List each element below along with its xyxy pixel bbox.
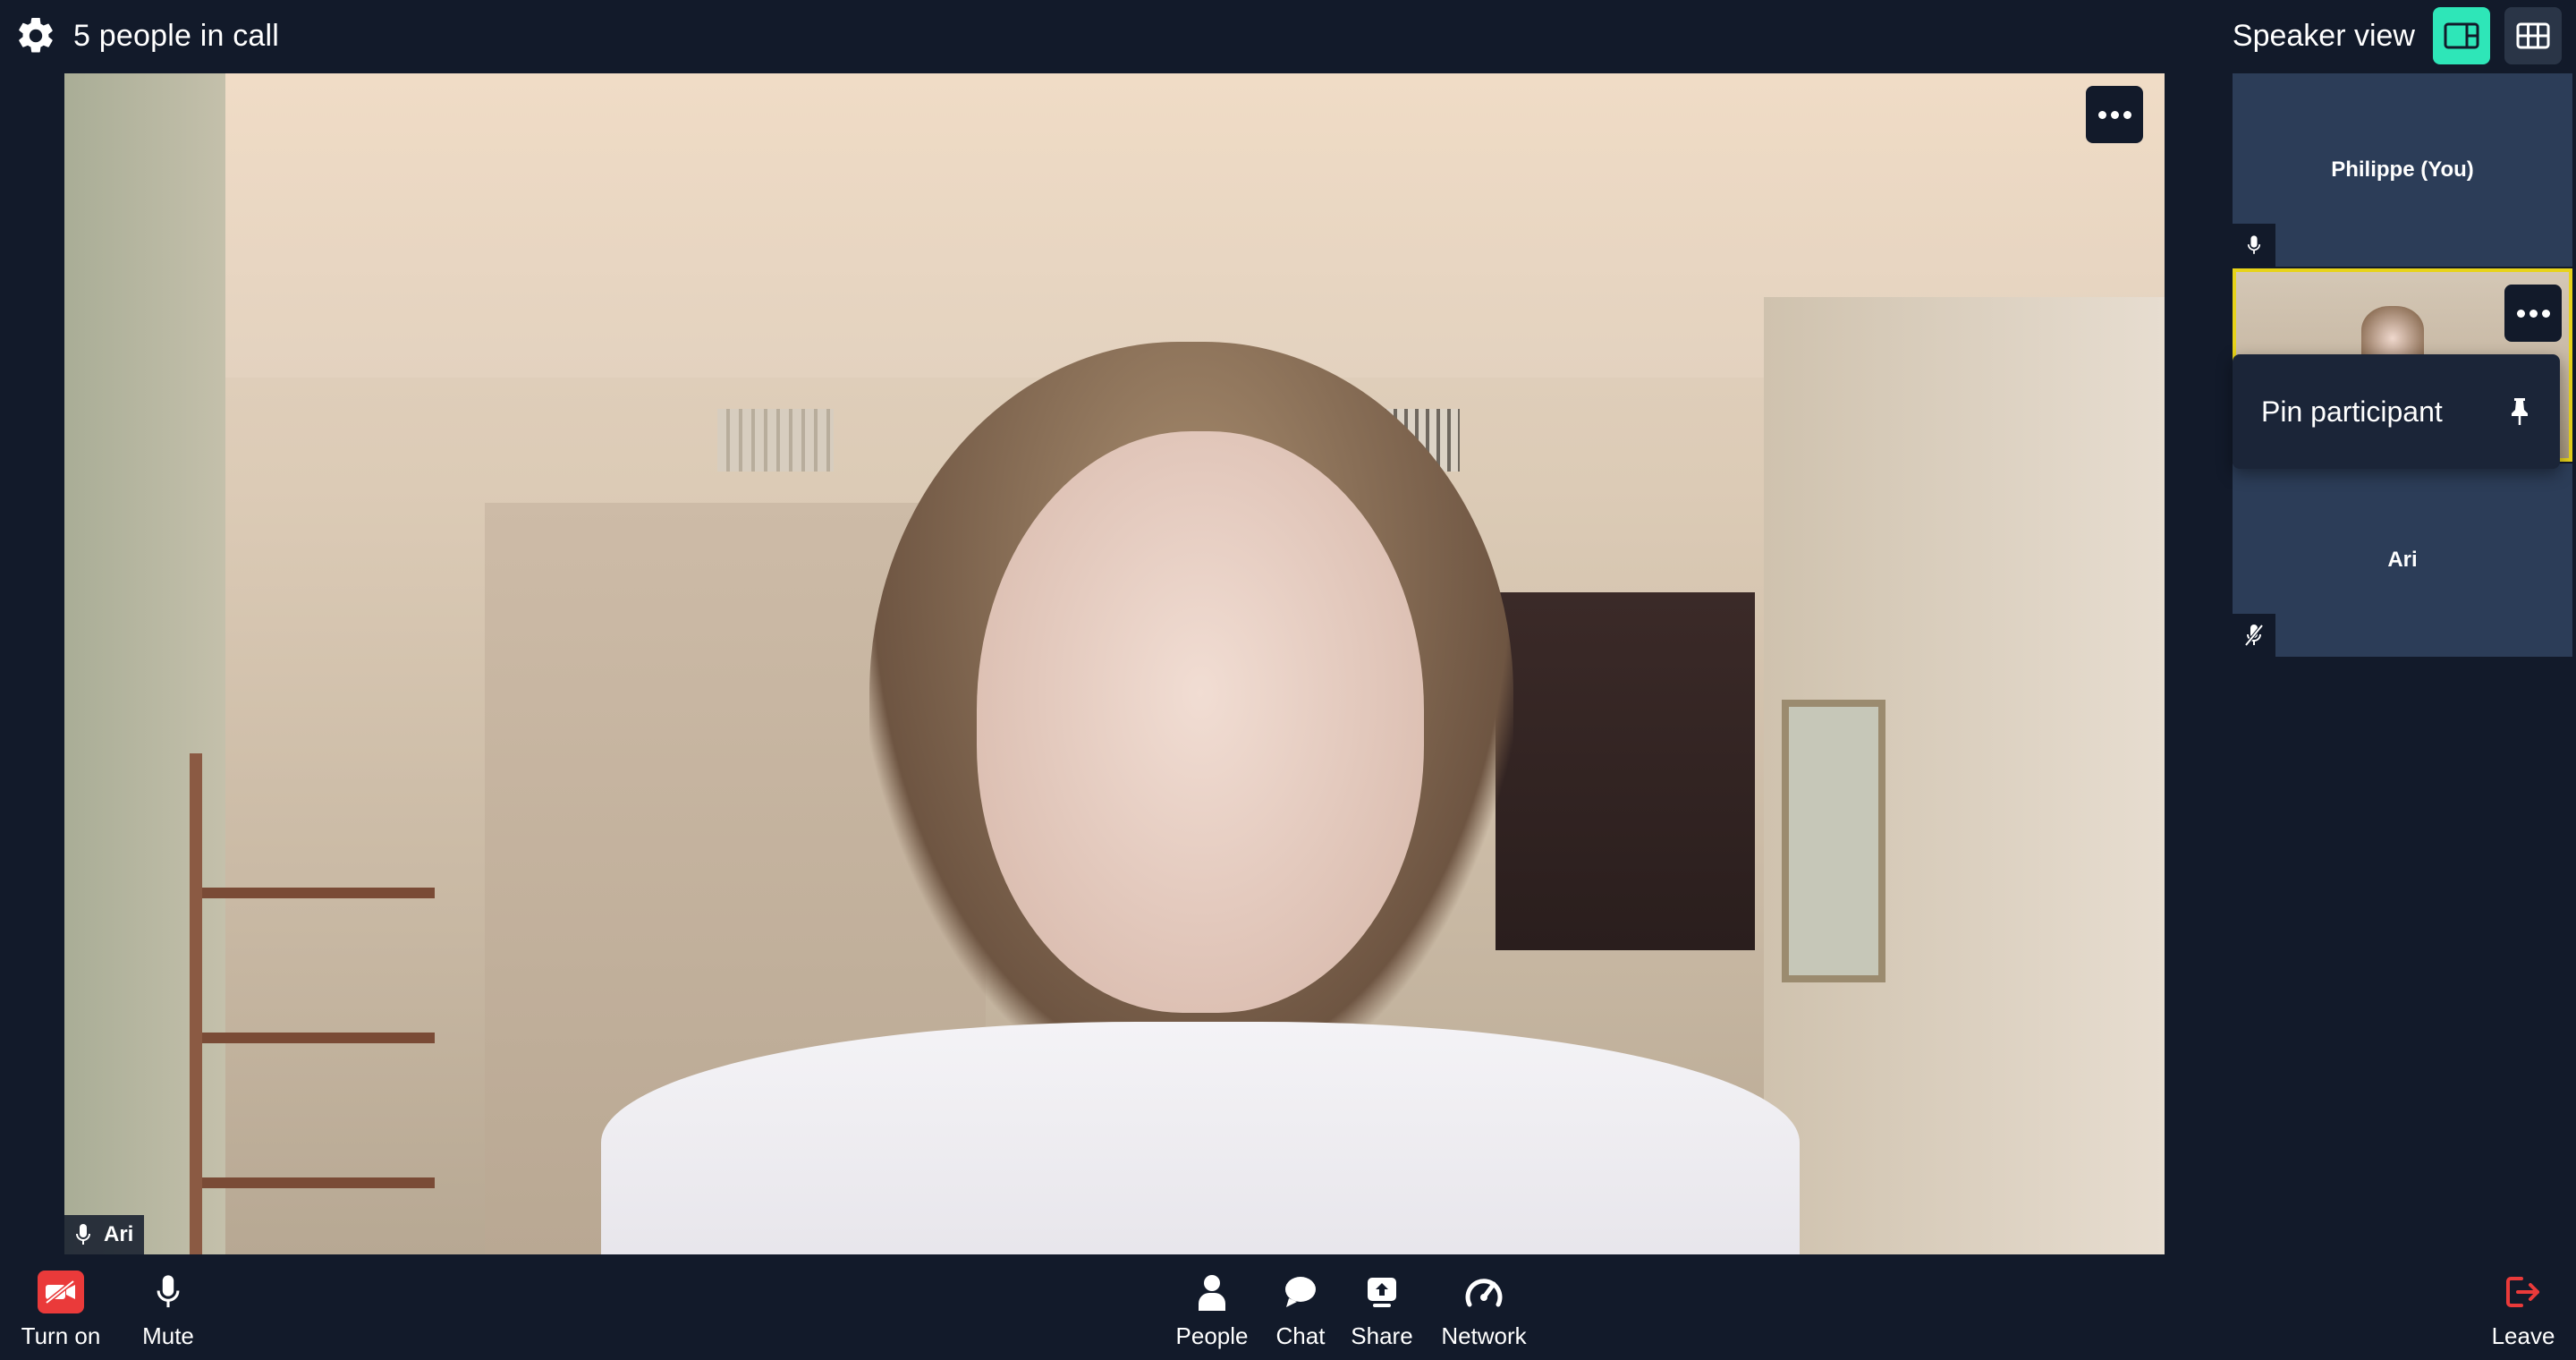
more-dots-icon — [2097, 110, 2131, 119]
share-label: Share — [1351, 1322, 1413, 1349]
microphone-icon — [76, 1224, 90, 1245]
main-video-more-options-button[interactable] — [2086, 86, 2143, 143]
camera-icon-wrap — [38, 1269, 84, 1315]
participant-video-thumbnail — [2361, 306, 2424, 360]
people-label: People — [1175, 1322, 1249, 1349]
grid-view-button[interactable] — [2504, 7, 2562, 64]
mute-button[interactable]: Mute — [140, 1269, 197, 1350]
video-background — [717, 409, 834, 472]
leave-door-icon — [2506, 1277, 2539, 1307]
call-info: 5 people in call — [14, 0, 279, 72]
pin-participant-menu-item[interactable]: Pin participant — [2233, 354, 2560, 469]
more-dots-icon — [2516, 309, 2550, 318]
participant-tile[interactable]: Philippe (You) — [2233, 73, 2572, 267]
chat-bubble-icon — [1285, 1277, 1316, 1307]
leave-icon-wrap — [2505, 1269, 2541, 1315]
speaker-view-button[interactable] — [2433, 7, 2490, 64]
share-icon-wrap — [1366, 1269, 1398, 1315]
speaker-figure — [601, 1022, 1800, 1254]
share-screen-button[interactable]: Share — [1350, 1269, 1414, 1350]
participant-name: Ari — [2387, 548, 2418, 572]
view-switcher: Speaker view — [2233, 0, 2562, 72]
network-icon-wrap — [1464, 1269, 1504, 1315]
participant-mic-status — [2233, 614, 2275, 657]
camera-toggle-button[interactable]: Turn on — [20, 1269, 102, 1350]
participant-name: Philippe (You) — [2331, 157, 2474, 182]
people-button[interactable]: People — [1175, 1269, 1249, 1350]
grid-view-icon — [2516, 22, 2550, 49]
participant-tile[interactable]: Ari — [2233, 463, 2572, 657]
speaker-name-tag: Ari — [64, 1215, 145, 1254]
network-button[interactable]: Network — [1438, 1269, 1530, 1350]
leave-call-button[interactable]: Leave — [2492, 1269, 2555, 1350]
tile-more-options-button[interactable] — [2504, 285, 2562, 342]
speaker-name: Ari — [104, 1222, 134, 1246]
people-icon-wrap — [1197, 1269, 1227, 1315]
leave-label: Leave — [2491, 1322, 2555, 1349]
call-controls-bar: Turn on Mute People Chat Share Network L… — [0, 1256, 2576, 1360]
chat-button[interactable]: Chat — [1273, 1269, 1328, 1350]
main-speaker-video: Ari — [64, 73, 2165, 1254]
chat-label: Chat — [1275, 1322, 1326, 1349]
microphone-icon — [157, 1275, 180, 1308]
chat-icon-wrap — [1284, 1269, 1318, 1315]
microphone-icon — [2247, 235, 2261, 254]
camera-off-icon — [38, 1271, 84, 1313]
video-background — [1782, 700, 1885, 982]
mute-icon-wrap — [156, 1269, 181, 1315]
speaker-figure — [977, 431, 1424, 1013]
speaker-view-icon — [2444, 22, 2479, 49]
settings-gear-icon[interactable] — [14, 14, 57, 57]
pin-icon — [2512, 398, 2528, 425]
mute-label: Mute — [142, 1322, 194, 1349]
video-background — [190, 753, 435, 1254]
top-bar: 5 people in call Speaker view — [0, 0, 2576, 72]
microphone-muted-icon — [2244, 624, 2264, 647]
camera-toggle-label: Turn on — [21, 1322, 101, 1349]
network-gauge-icon — [1465, 1279, 1503, 1307]
participant-mic-status — [2233, 224, 2275, 267]
pin-participant-label: Pin participant — [2261, 395, 2443, 428]
person-icon — [1199, 1275, 1225, 1311]
share-screen-icon — [1368, 1278, 1396, 1307]
video-background — [1496, 592, 1755, 950]
network-label: Network — [1441, 1322, 1527, 1349]
call-status-text: 5 people in call — [73, 18, 280, 53]
view-mode-label: Speaker view — [2232, 18, 2415, 53]
